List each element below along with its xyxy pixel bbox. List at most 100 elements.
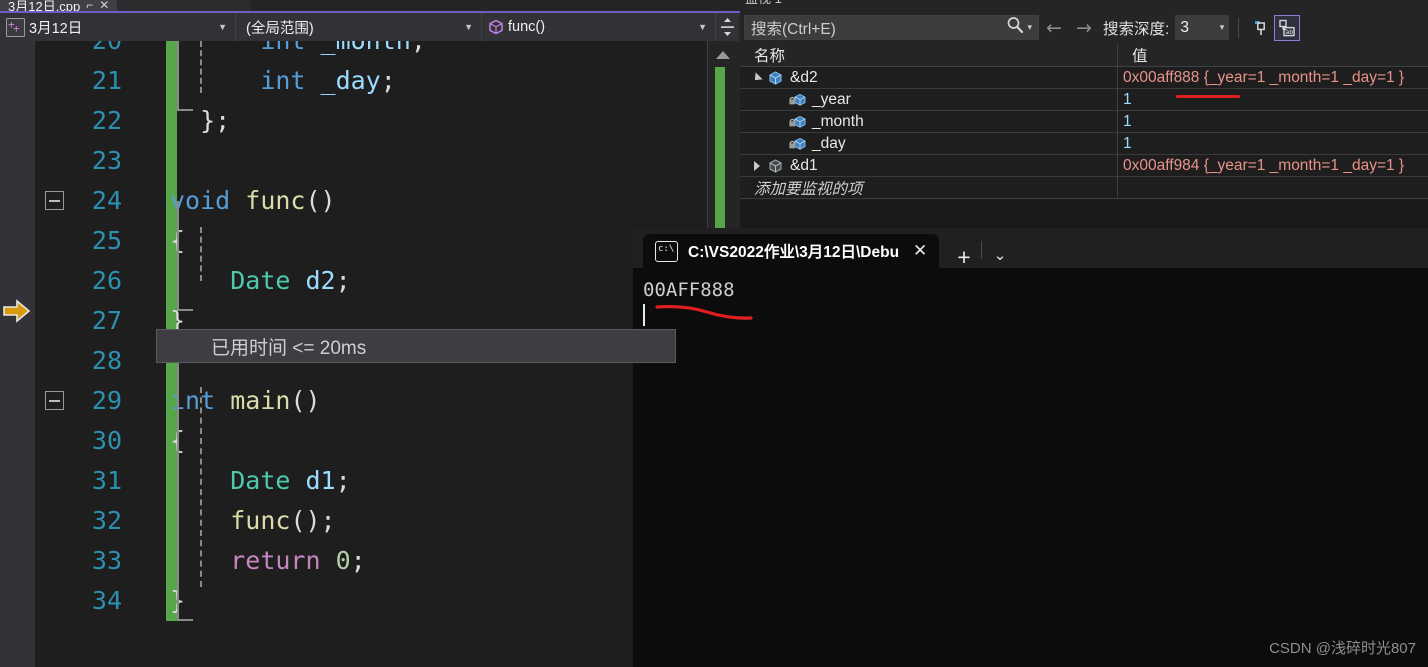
magnifier-icon[interactable]	[1005, 15, 1027, 40]
structure-guide-dashed	[200, 387, 202, 587]
current-statement-arrow-icon	[2, 298, 32, 324]
scroll-up-arrow-icon[interactable]	[716, 51, 730, 59]
line-number: 21	[91, 66, 122, 95]
chevron-down-icon: ▼	[698, 22, 707, 32]
toolbar-divider	[1238, 17, 1240, 38]
line-number: 26	[91, 266, 122, 295]
console-tab[interactable]: c:\ C:\VS2022作业\3月12日\Debu ✕	[643, 234, 940, 268]
column-header-value-label: 值	[1132, 48, 1148, 65]
table-row[interactable]: _month 1	[740, 111, 1428, 133]
structure-guide-hook	[177, 619, 193, 621]
add-watch-item-value-cell[interactable]	[1118, 177, 1428, 198]
watch-row-name-cell[interactable]: _day	[740, 133, 1118, 154]
red-annotation-squiggle	[655, 303, 765, 330]
namespace-scope-dropdown[interactable]: (全局范围) ▼	[236, 13, 482, 41]
table-row[interactable]: _day 1	[740, 133, 1428, 155]
member-scope-value: func()	[508, 19, 546, 35]
watch-grid[interactable]: 名称 值 &d2 0x00aff888 {_year=1 _month=1 _d…	[740, 44, 1428, 200]
line-number: 20	[35, 41, 140, 61]
watch-row-value-cell[interactable]: 0x00aff888 {_year=1 _month=1 _day=1 }	[1118, 67, 1428, 88]
structure-guide-dashed	[200, 227, 202, 281]
line-text: func();	[230, 506, 336, 535]
console-tab-title: C:\VS2022作业\3月12日\Debu	[688, 244, 900, 261]
code-line[interactable]: 20 int _month;	[35, 41, 740, 61]
watch-row-name-cell[interactable]: &d2	[740, 67, 1118, 88]
code-line[interactable]: 22 };	[35, 101, 740, 141]
watch-variable-name: _month	[812, 112, 864, 130]
private-field-icon	[788, 114, 807, 130]
search-next-button[interactable]: →	[1069, 17, 1099, 39]
file-scope-dropdown[interactable]: 3月12日 ▼	[0, 13, 236, 41]
table-row[interactable]: &d1 0x00aff984 {_year=1 _month=1 _day=1 …	[740, 155, 1428, 177]
watch-variable-name: &d1	[790, 156, 818, 174]
structure-guide-line	[177, 201, 179, 311]
close-icon[interactable]: ✕	[909, 241, 931, 261]
console-window[interactable]: c:\ C:\VS2022作业\3月12日\Debu ✕ + ⌄ 00AFF88…	[633, 228, 1428, 667]
line-text: void func()	[170, 186, 336, 215]
column-header-value[interactable]: 值	[1118, 44, 1428, 66]
watch-search-input[interactable]: 搜索(Ctrl+E) ▾	[744, 15, 1039, 40]
editor-glyph-margin[interactable]	[0, 41, 35, 667]
private-field-icon	[788, 136, 807, 152]
search-depth-dropdown[interactable]: 3 ▾	[1175, 15, 1230, 40]
code-line[interactable]: 21 int _day;	[35, 61, 740, 101]
watch-row-value-cell[interactable]: 1	[1118, 111, 1428, 132]
tree-expander-open[interactable]	[748, 71, 766, 84]
private-field-icon	[788, 92, 807, 108]
namespace-scope-value: (全局范围)	[246, 20, 314, 37]
watch-row-value-cell[interactable]: 1	[1118, 89, 1428, 110]
chevron-down-icon: ▾	[1219, 22, 1225, 32]
watch-window: 监视 1 搜索(Ctrl+E) ▾ ← → 搜索深度: 3 ▾	[740, 0, 1428, 200]
watch-grid-header: 名称 值	[740, 44, 1428, 67]
close-tab-icon[interactable]: ✕	[99, 0, 109, 11]
pin-tab-icon[interactable]: ⌐	[86, 0, 93, 11]
search-prev-button[interactable]: ←	[1039, 17, 1069, 39]
line-text: };	[170, 106, 231, 135]
svg-text:ab: ab	[1286, 28, 1294, 36]
tab-strip-empty-area	[250, 0, 740, 11]
chevron-down-icon[interactable]: ⌄	[982, 246, 1019, 264]
watch-row-name-cell[interactable]: &d1	[740, 155, 1118, 176]
table-row[interactable]: &d2 0x00aff888 {_year=1 _month=1 _day=1 …	[740, 67, 1428, 89]
column-header-name[interactable]: 名称	[740, 44, 1118, 66]
chevron-down-icon: ▼	[218, 22, 227, 32]
document-tab-label: 3月12日.cpp	[8, 0, 81, 11]
new-tab-button[interactable]: +	[947, 246, 980, 269]
line-number: 30	[91, 426, 122, 455]
code-editor[interactable]: 20 int _month; 21 int _day; 22 }; 23	[0, 41, 740, 667]
object-box-icon	[766, 70, 785, 86]
member-scope-dropdown[interactable]: func() ▼	[482, 13, 716, 41]
collapse-region-button[interactable]	[45, 391, 64, 410]
watch-variable-value: 0x00aff888 {_year=1 _month=1 _day=1 }	[1123, 68, 1405, 86]
tree-expander-closed[interactable]	[748, 160, 766, 171]
watch-tab-label[interactable]: 监视 1	[745, 0, 782, 7]
editor-navigation-bar: 3月12日 ▼ (全局范围) ▼ func() ▼	[0, 13, 740, 41]
cpp-file-icon	[6, 17, 25, 37]
console-output-line: 00AFF888	[643, 279, 735, 301]
watch-row-value-cell[interactable]: 1	[1118, 133, 1428, 154]
chevron-down-icon: ▼	[464, 22, 473, 32]
split-view-button[interactable]	[716, 13, 738, 41]
code-line[interactable]: 23	[35, 141, 740, 181]
watch-variable-value: 0x00aff984 {_year=1 _month=1 _day=1 }	[1123, 156, 1405, 174]
ab-variable-button[interactable]: ab	[1274, 14, 1301, 41]
add-watch-item-row[interactable]: 添加要监视的项	[740, 177, 1428, 199]
watch-row-name-cell[interactable]: _month	[740, 111, 1118, 132]
structure-guide-hook	[177, 109, 193, 111]
watch-toolbar: 搜索(Ctrl+E) ▾ ← → 搜索深度: 3 ▾ ab	[740, 11, 1428, 44]
document-tab-3月12日-cpp[interactable]: 3月12日.cpp ⌐ ✕	[0, 0, 118, 11]
pin-button[interactable]	[1248, 15, 1274, 41]
watch-row-name-cell[interactable]: _year	[740, 89, 1118, 110]
watch-variable-name: _day	[812, 134, 846, 152]
watch-variable-name: &d2	[790, 68, 818, 86]
line-number: 33	[91, 546, 122, 575]
collapse-region-button[interactable]	[45, 191, 64, 210]
search-options-chevron-icon[interactable]: ▾	[1027, 22, 1038, 33]
cmd-prompt-icon: c:\	[655, 240, 678, 262]
structure-guide-line	[177, 361, 179, 621]
watch-row-value-cell[interactable]: 0x00aff984 {_year=1 _month=1 _day=1 }	[1118, 155, 1428, 176]
table-row[interactable]: _year 1	[740, 89, 1428, 111]
code-line[interactable]: 24 void func()	[35, 181, 740, 221]
line-number: 32	[91, 506, 122, 535]
add-watch-item-cell[interactable]: 添加要监视的项	[740, 177, 1118, 198]
